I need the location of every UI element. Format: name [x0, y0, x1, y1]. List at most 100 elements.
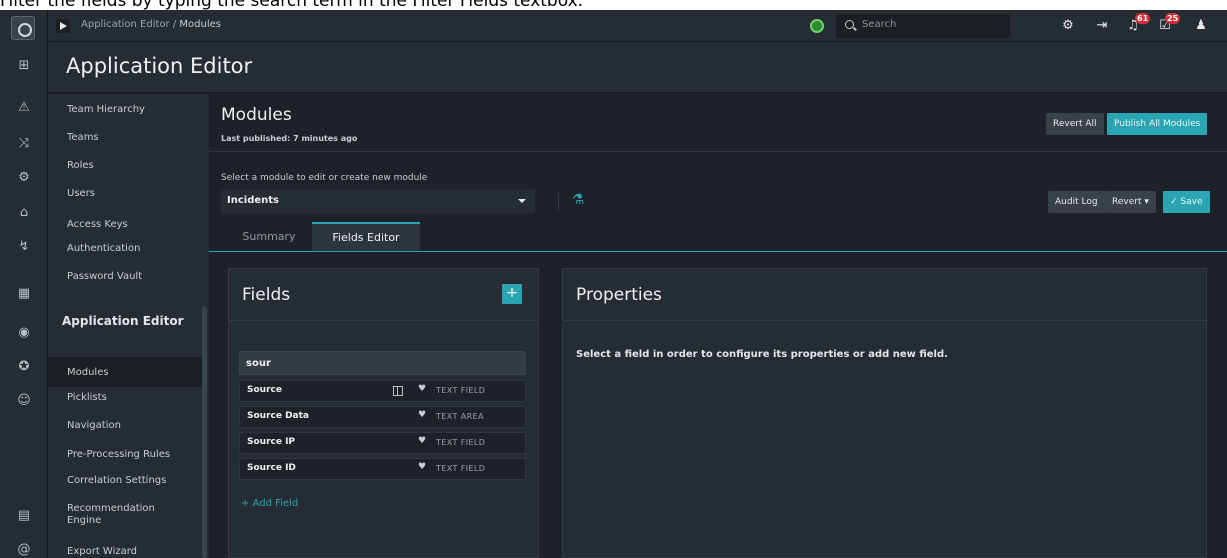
- search-icon: [845, 20, 854, 29]
- module-select[interactable]: Incidents: [221, 189, 535, 213]
- field-name: Source IP: [247, 437, 296, 447]
- revert-dropdown-button[interactable]: Revert ▾: [1105, 191, 1156, 213]
- incidents-icon[interactable]: ⚠: [14, 98, 34, 118]
- sidebar-item-roles[interactable]: Roles: [67, 160, 187, 172]
- properties-panel-title: Properties: [576, 285, 662, 305]
- lightbulb-icon: ♥: [418, 384, 427, 394]
- modules-icon[interactable]: ▦: [14, 284, 34, 304]
- tasks-badge: 25: [1165, 13, 1181, 24]
- last-published-text: Last published: 7 minutes ago: [221, 134, 358, 143]
- settings-sidebar: Team Hierarchy Teams Roles Users Access …: [48, 94, 209, 558]
- sidebar-item-access-keys[interactable]: Access Keys: [67, 219, 187, 231]
- sidebar-item-correlation-settings[interactable]: Correlation Settings: [67, 475, 187, 487]
- properties-panel: Properties Select a field in order to co…: [562, 268, 1207, 558]
- user-icon[interactable]: ♟: [1191, 16, 1211, 36]
- caret-down-icon: ▾: [1144, 197, 1149, 207]
- fields-panel-title: Fields: [242, 285, 291, 305]
- revert-all-button[interactable]: Revert All: [1046, 113, 1104, 135]
- assets-icon[interactable]: ⌂: [14, 203, 34, 223]
- search-placeholder: Search: [862, 19, 897, 30]
- field-row[interactable]: Source ♥ TEXT FIELD: [239, 380, 526, 402]
- sidebar-item-authentication[interactable]: Authentication: [67, 243, 187, 255]
- notifications-badge: 61: [1135, 13, 1151, 24]
- help-icon[interactable]: @: [14, 540, 34, 558]
- clipboard-icon[interactable]: ▤: [14, 506, 34, 526]
- fields-panel: Fields + Source ♥ TEXT FIELD Source Data…: [228, 268, 539, 558]
- sidebar-item-export-wizard[interactable]: Export Wizard: [67, 546, 187, 558]
- field-type: TEXT AREA: [436, 412, 484, 421]
- field-name: Source: [247, 385, 282, 395]
- revert-label: Revert: [1112, 197, 1142, 207]
- breadcrumb-root[interactable]: Application Editor: [81, 19, 170, 30]
- divider: [558, 193, 559, 211]
- field-row[interactable]: Source IP ♥ TEXT FIELD: [239, 432, 526, 454]
- tab-fields-editor[interactable]: Fields Editor: [312, 222, 420, 251]
- sidebar-item-password-vault[interactable]: Password Vault: [67, 271, 187, 283]
- field-type: TEXT FIELD: [436, 464, 486, 473]
- top-bar: Application Editor / Modules Search ⚙ ⇥ …: [48, 10, 1227, 42]
- add-field-link[interactable]: + Add Field: [241, 498, 298, 509]
- field-name: Source ID: [247, 463, 296, 473]
- module-select-label: Select a module to edit or create new mo…: [221, 173, 428, 183]
- field-type: TEXT FIELD: [436, 438, 486, 447]
- sidebar-item-recommendation-engine[interactable]: Recommendation Engine: [67, 503, 187, 527]
- divider: [229, 320, 538, 321]
- sidebar-item-modules[interactable]: Modules: [67, 367, 187, 379]
- sidebar-item-team-hierarchy[interactable]: Team Hierarchy: [67, 104, 187, 116]
- editor-tabs: Summary Fields Editor: [209, 222, 1227, 252]
- breadcrumb: Application Editor / Modules: [81, 19, 221, 30]
- automation-icon[interactable]: ⚙: [14, 168, 34, 188]
- threat-intel-icon[interactable]: ◉: [14, 323, 34, 343]
- users-icon[interactable]: ☺: [14, 391, 34, 411]
- dashboard-icon[interactable]: ⊞: [14, 56, 34, 76]
- gear-icon[interactable]: ⚙: [1058, 16, 1078, 36]
- shuffle-icon[interactable]: ⤨: [14, 134, 34, 154]
- page-title: Application Editor: [66, 54, 253, 78]
- instruction-banner: Filter the fields by typing the search t…: [0, 0, 1227, 10]
- settings-icon[interactable]: ✪: [14, 357, 34, 377]
- chevron-down-icon: [518, 199, 526, 203]
- modules-title: Modules: [221, 105, 292, 125]
- lightbulb-icon: ♥: [418, 410, 427, 420]
- sidebar-item-picklists[interactable]: Picklists: [67, 392, 187, 404]
- search-box[interactable]: Search: [836, 14, 1010, 38]
- queue-icon[interactable]: ⇥: [1092, 16, 1112, 36]
- tab-summary[interactable]: Summary: [227, 222, 311, 251]
- filter-fields-input[interactable]: [239, 351, 526, 375]
- reports-icon[interactable]: ↯: [14, 237, 34, 257]
- modules-header: Modules Last published: 7 minutes ago Re…: [209, 94, 1227, 152]
- sidebar-item-pre-processing-rules[interactable]: Pre-Processing Rules: [67, 449, 187, 461]
- save-button[interactable]: ✓ Save: [1163, 191, 1210, 213]
- app-logo-icon[interactable]: [11, 16, 35, 40]
- publish-all-modules-button[interactable]: Publish All Modules: [1107, 113, 1208, 135]
- lightbulb-icon: ♥: [418, 436, 427, 446]
- save-label: Save: [1180, 197, 1203, 207]
- lightbulb-icon: ♥: [418, 462, 427, 472]
- audit-log-button[interactable]: Audit Log: [1048, 191, 1105, 213]
- divider: [563, 320, 1206, 321]
- field-row[interactable]: Source Data ♥ TEXT AREA: [239, 406, 526, 428]
- sidebar-section-application-editor: Application Editor: [62, 314, 184, 328]
- sidebar-scrollbar[interactable]: [202, 306, 207, 558]
- properties-empty-message: Select a field in order to configure its…: [576, 349, 948, 360]
- field-row[interactable]: Source ID ♥ TEXT FIELD: [239, 458, 526, 480]
- breadcrumb-separator: /: [169, 19, 180, 30]
- app-window: ⊞ ⚠ ⤨ ⚙ ⌂ ↯ ▦ ◉ ✪ ☺ ▤ @ Application Edit…: [0, 10, 1227, 558]
- sidebar-item-navigation[interactable]: Navigation: [67, 420, 187, 432]
- breadcrumb-current: Modules: [179, 19, 221, 30]
- check-icon: ✓: [1170, 197, 1178, 207]
- flask-icon[interactable]: ⚗: [569, 191, 587, 209]
- field-type: TEXT FIELD: [436, 386, 486, 395]
- sidebar-item-users[interactable]: Users: [67, 188, 187, 200]
- main-content: Modules Last published: 7 minutes ago Re…: [209, 94, 1227, 558]
- field-name: Source Data: [247, 411, 310, 421]
- icon-rail: ⊞ ⚠ ⤨ ⚙ ⌂ ↯ ▦ ◉ ✪ ☺ ▤ @: [0, 10, 48, 558]
- module-select-value: Incidents: [227, 195, 279, 206]
- sidebar-item-teams[interactable]: Teams: [67, 132, 187, 144]
- status-indicator-icon[interactable]: [810, 19, 824, 33]
- add-field-button[interactable]: +: [502, 284, 522, 304]
- page-header: Application Editor: [48, 42, 1227, 93]
- expand-sidebar-icon[interactable]: [56, 19, 70, 33]
- table-icon: [393, 386, 403, 396]
- instruction-text: Filter the fields by typing the search t…: [0, 0, 584, 10]
